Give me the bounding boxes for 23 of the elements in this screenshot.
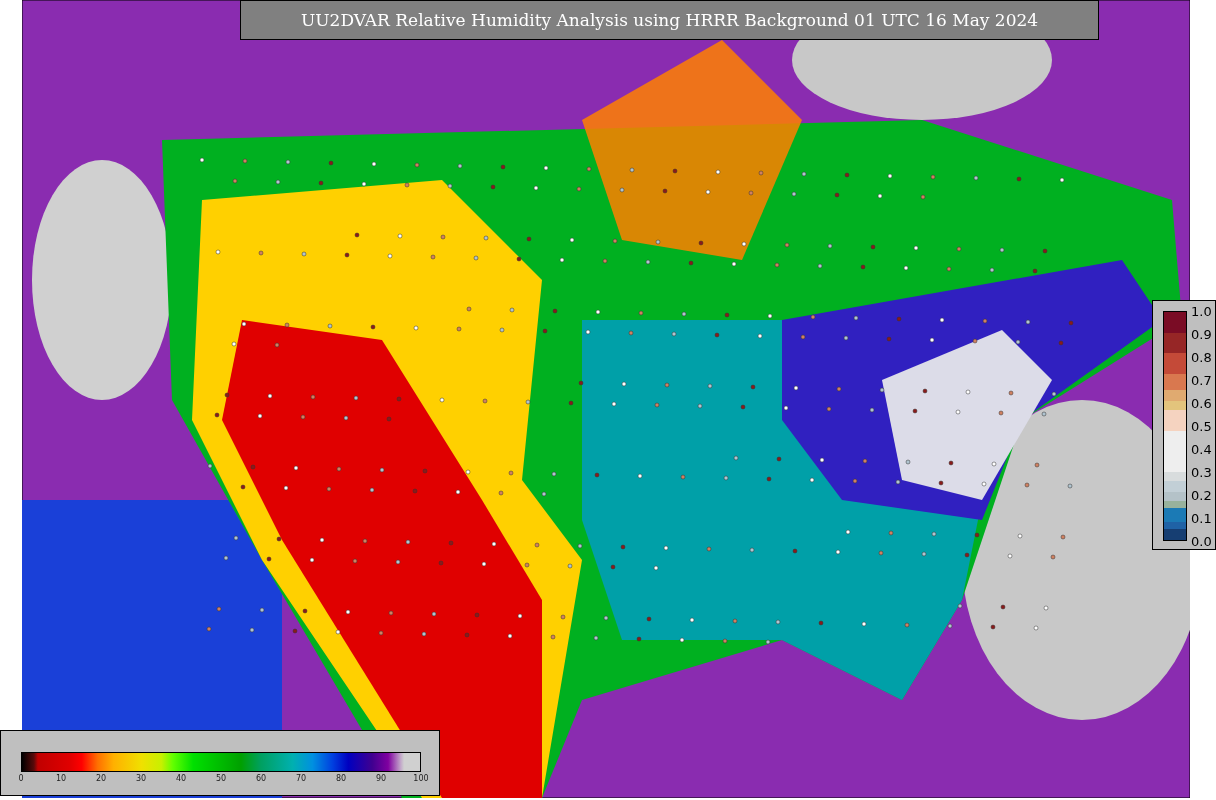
colorbar-tick-label: 60 xyxy=(255,774,267,783)
colorbar-tick-label: 0.1 xyxy=(1191,510,1212,526)
colorbar-tick-label: 80 xyxy=(335,774,347,783)
colorbar-tick-label: 30 xyxy=(135,774,147,783)
colorbar-tick-label: 0.2 xyxy=(1191,487,1212,503)
colorbar-tick-label: 0.7 xyxy=(1191,372,1212,388)
colorbar-tick-label: 20 xyxy=(95,774,107,783)
colorbar-tick-label: 70 xyxy=(295,774,307,783)
colorbar-tick-label: 0.6 xyxy=(1191,395,1212,411)
colorbar-tick-label: 50 xyxy=(215,774,227,783)
colorbar-tick-label: 90 xyxy=(375,774,387,783)
colorbar-tick-label: 0 xyxy=(18,774,24,783)
colorbar-tick-label: 0.4 xyxy=(1191,441,1212,457)
colorbar-tick-label: 0.9 xyxy=(1191,326,1212,342)
colorbar-tick-label: 10 xyxy=(55,774,67,783)
colorbar-tick-label: 40 xyxy=(175,774,187,783)
map-title: UU2DVAR Relative Humidity Analysis using HRRR Background 01 UTC 16 May 2024 xyxy=(240,0,1099,40)
colorbar-tick-label: 0.5 xyxy=(1191,418,1212,434)
colorbar-tick-label: 100 xyxy=(413,774,429,783)
colorbar-tick-label: 0.0 xyxy=(1191,533,1212,549)
colorbar-tick-label: 0.8 xyxy=(1191,349,1212,365)
colorbar-tick-label: 0.3 xyxy=(1191,464,1212,480)
colorbar-tick-label: 1.0 xyxy=(1191,303,1212,319)
